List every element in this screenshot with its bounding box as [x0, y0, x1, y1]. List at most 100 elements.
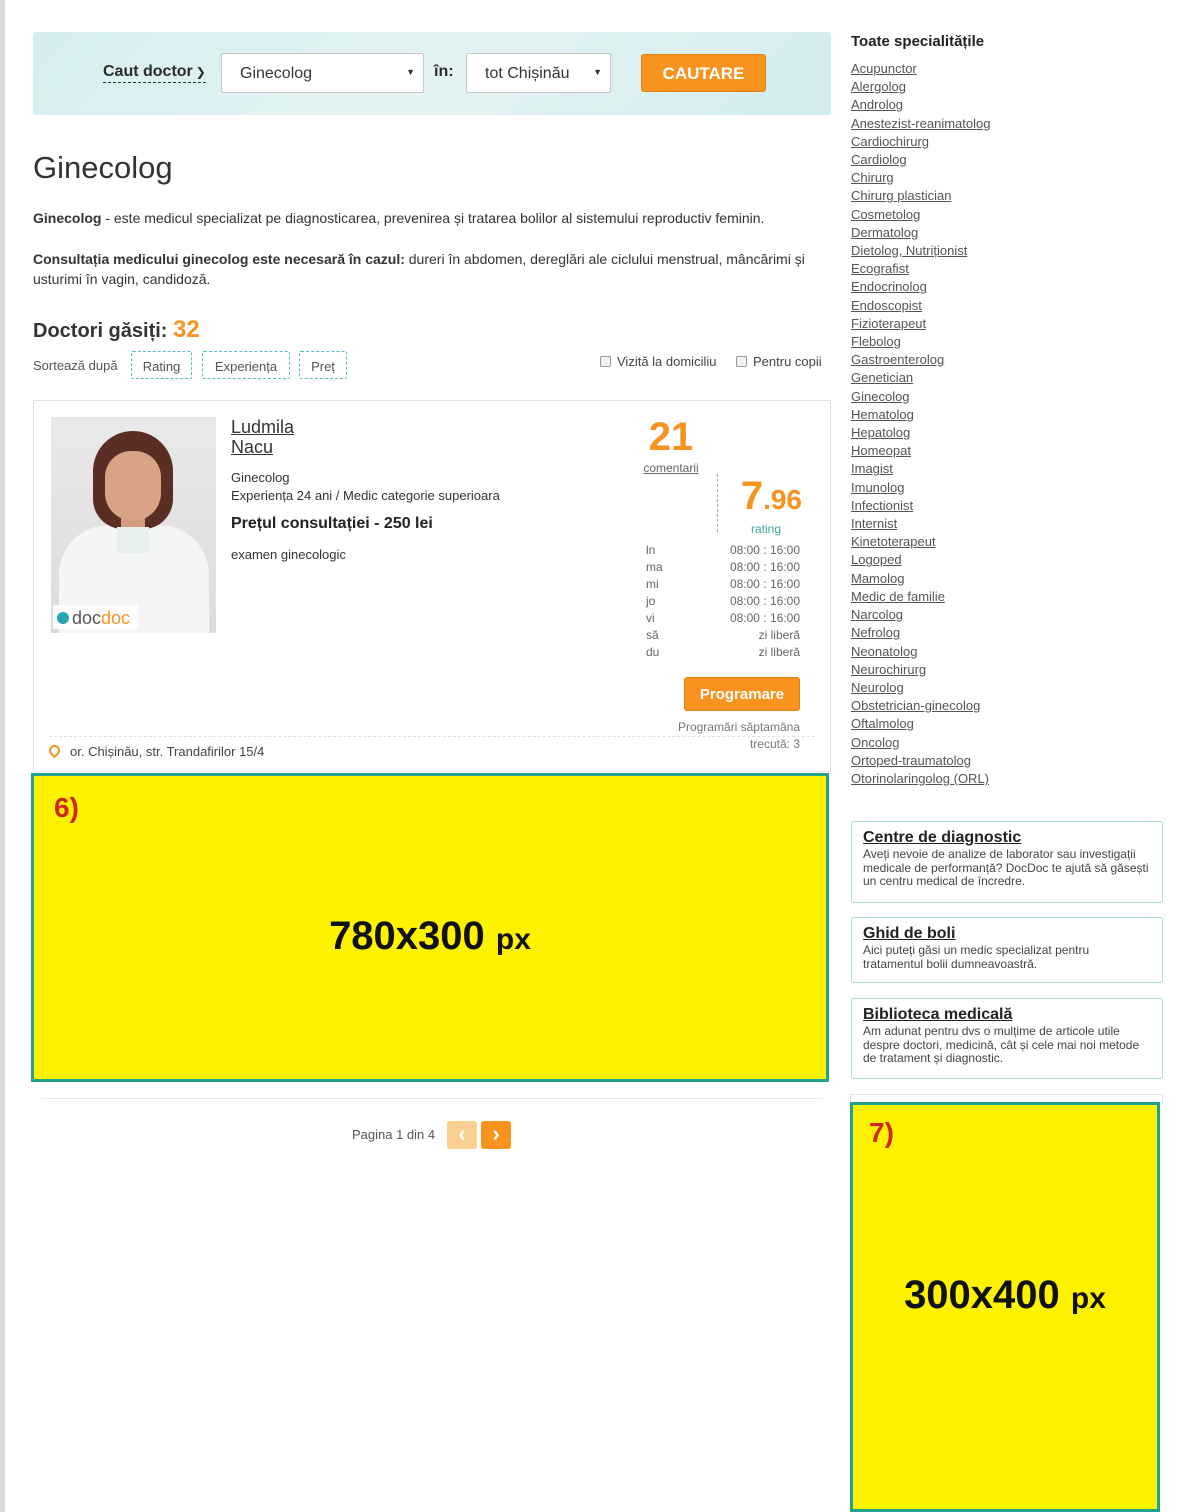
next-page-button[interactable]: ›	[481, 1121, 511, 1149]
sort-price-button[interactable]: Preț	[299, 351, 347, 379]
book-appointment-button[interactable]: Programare	[684, 677, 800, 711]
children-filter[interactable]: Pentru copii	[736, 354, 822, 369]
specialty-link[interactable]: Infectionist	[851, 497, 1151, 515]
specialty-link[interactable]: Imagist	[851, 460, 1151, 478]
ad-placeholder-tag: 6)	[54, 792, 79, 823]
disease-guide-link[interactable]: Ghid de boli	[863, 924, 1152, 944]
rating-int: 7	[740, 474, 764, 518]
search-mode-dropdown[interactable]: Caut doctor ❯	[103, 63, 206, 83]
ad-placeholder-size: 300x400 px	[853, 1273, 1157, 1318]
specialty-link[interactable]: Chirurg	[851, 169, 1151, 187]
checkbox-icon[interactable]	[736, 356, 747, 367]
prev-page-button[interactable]: ‹	[447, 1121, 477, 1149]
specialty-link[interactable]: Endoscopist	[851, 297, 1151, 315]
schedule-hours: 08:00 : 16:00	[729, 577, 800, 591]
specialty-link[interactable]: Chirurg plastician	[851, 187, 1151, 205]
specialty-link[interactable]: Homeopat	[851, 442, 1151, 460]
specialty-link[interactable]: Obstetrician-ginecolog	[851, 697, 1151, 715]
doctor-photo[interactable]: docdoc	[51, 417, 216, 633]
comments-link[interactable]: comentarii	[640, 461, 702, 475]
diagnostic-centres-link[interactable]: Centre de diagnostic	[863, 828, 1152, 848]
rating-value: 7.96	[718, 474, 802, 522]
specialty-link[interactable]: Ortoped-traumatolog	[851, 752, 1151, 770]
specialty-link[interactable]: Flebolog	[851, 333, 1151, 351]
schedule-day: vi	[646, 611, 655, 625]
search-mode-label: Caut doctor	[103, 63, 193, 80]
specialty-select-value: Ginecolog	[240, 65, 313, 82]
specialty-link[interactable]: Dietolog, Nutriționist	[851, 242, 1151, 260]
logo-dot-icon	[57, 612, 69, 624]
schedule-row: ma 08:00 : 16:00	[644, 560, 800, 577]
specialty-select[interactable]: Ginecolog ▼	[221, 53, 424, 93]
specialty-link[interactable]: Neurochirurg	[851, 661, 1151, 679]
specialty-link[interactable]: Neurolog	[851, 679, 1151, 697]
medical-library-box[interactable]: Biblioteca medicală Am adunat pentru dvs…	[851, 998, 1163, 1079]
specialty-link[interactable]: Mamolog	[851, 570, 1151, 588]
specialty-link[interactable]: Fizioterapeut	[851, 315, 1151, 333]
specialty-link[interactable]: Endocrinolog	[851, 278, 1151, 296]
specialty-link[interactable]: Cardiolog	[851, 151, 1151, 169]
ad-placeholder-side: 7) 300x400 px	[850, 1102, 1160, 1512]
weekly-bookings-line1: Programări săptamâna	[677, 720, 800, 734]
specialty-link[interactable]: Ecografist	[851, 260, 1151, 278]
specialty-link[interactable]: Neonatolog	[851, 643, 1151, 661]
doctor-address-text: or. Chișinău, str. Trandafirilor 15/4	[70, 744, 265, 759]
schedule-row: ln 08:00 : 16:00	[644, 543, 800, 560]
photo-face	[105, 451, 161, 521]
checkbox-icon[interactable]	[600, 356, 611, 367]
specialty-link[interactable]: Anestezist-reanimatolog	[851, 115, 1151, 133]
ad-placeholder-tag: 7)	[869, 1117, 894, 1148]
consultation-price: Prețul consultației - 250 lei	[231, 515, 433, 532]
specialties-list[interactable]: Acupunctor Alergolog Androlog Anestezist…	[851, 60, 1151, 792]
specialty-link[interactable]: Acupunctor	[851, 60, 1151, 78]
sort-experience-button[interactable]: Experiența	[202, 351, 290, 379]
doctor-schedule: ln 08:00 : 16:00 ma 08:00 : 16:00 mi 08:00 …	[644, 543, 800, 662]
medical-library-text: Am adunat pentru dvs o mulțime de artico…	[863, 1024, 1140, 1065]
disease-guide-box[interactable]: Ghid de boli Aici puteți găsi un medic s…	[851, 917, 1163, 983]
specialty-link[interactable]: Nefrolog	[851, 624, 1151, 642]
specialty-link[interactable]: Dermatolog	[851, 224, 1151, 242]
specialty-link[interactable]: Hematolog	[851, 406, 1151, 424]
home-visit-filter[interactable]: Vizită la domiciliu	[600, 354, 716, 369]
specialty-link[interactable]: Kinetoterapeut	[851, 533, 1151, 551]
specialty-link[interactable]: Internist	[851, 515, 1151, 533]
location-select[interactable]: tot Chișinău ▼	[466, 53, 611, 93]
dropdown-arrow-icon: ▼	[406, 67, 415, 77]
specialties-title: Toate specialitățile	[851, 33, 985, 50]
specialty-link[interactable]: Imunolog	[851, 479, 1151, 497]
schedule-row: mi 08:00 : 16:00	[644, 577, 800, 594]
specialty-link[interactable]: Logoped	[851, 551, 1151, 569]
chevron-down-icon: ❯	[195, 65, 206, 79]
specialty-link[interactable]: Gastroenterolog	[851, 351, 1151, 369]
specialty-link[interactable]: Cosmetolog	[851, 206, 1151, 224]
specialty-link[interactable]: Ginecolog	[851, 388, 1151, 406]
diagnostic-centres-box[interactable]: Centre de diagnostic Aveți nevoie de ana…	[851, 821, 1163, 903]
specialty-link[interactable]: Medic de familie	[851, 588, 1151, 606]
specialty-link[interactable]: Hepatolog	[851, 424, 1151, 442]
doctor-service: examen ginecologic	[231, 547, 346, 562]
schedule-row: să zi liberă	[644, 628, 800, 645]
ad-size-unit: px	[1070, 1282, 1106, 1315]
schedule-hours: 08:00 : 16:00	[729, 611, 800, 625]
specialty-link[interactable]: Otorinolaringolog (ORL)	[851, 770, 1151, 788]
weekly-bookings-line2: trecută: 3	[749, 737, 800, 751]
specialty-link[interactable]: Oncolog	[851, 734, 1151, 752]
schedule-hours: zi liberă	[758, 628, 800, 642]
specialty-link[interactable]: Androlog	[851, 96, 1151, 114]
doctor-name-link[interactable]: Ludmila Nacu	[231, 417, 294, 457]
specialty-link[interactable]: Oftalmolog	[851, 715, 1151, 733]
specialty-link[interactable]: Narcolog	[851, 606, 1151, 624]
ad-size-value: 300x400	[904, 1273, 1060, 1317]
search-button[interactable]: CAUTARE	[641, 54, 766, 92]
specialty-link[interactable]: Alergolog	[851, 78, 1151, 96]
doctors-found-count: 32	[173, 316, 200, 343]
rating-block: 7.96 rating	[717, 474, 802, 536]
schedule-day: să	[646, 628, 659, 642]
specialty-link[interactable]: Genetician	[851, 369, 1151, 387]
doctor-first-name[interactable]: Ludmila	[231, 417, 294, 437]
specialty-link[interactable]: Cardiochirurg	[851, 133, 1151, 151]
sort-rating-button[interactable]: Rating	[131, 351, 192, 379]
doctor-last-name[interactable]: Nacu	[231, 437, 294, 457]
medical-library-link[interactable]: Biblioteca medicală	[863, 1005, 1152, 1025]
comments-count: 21	[648, 415, 694, 459]
